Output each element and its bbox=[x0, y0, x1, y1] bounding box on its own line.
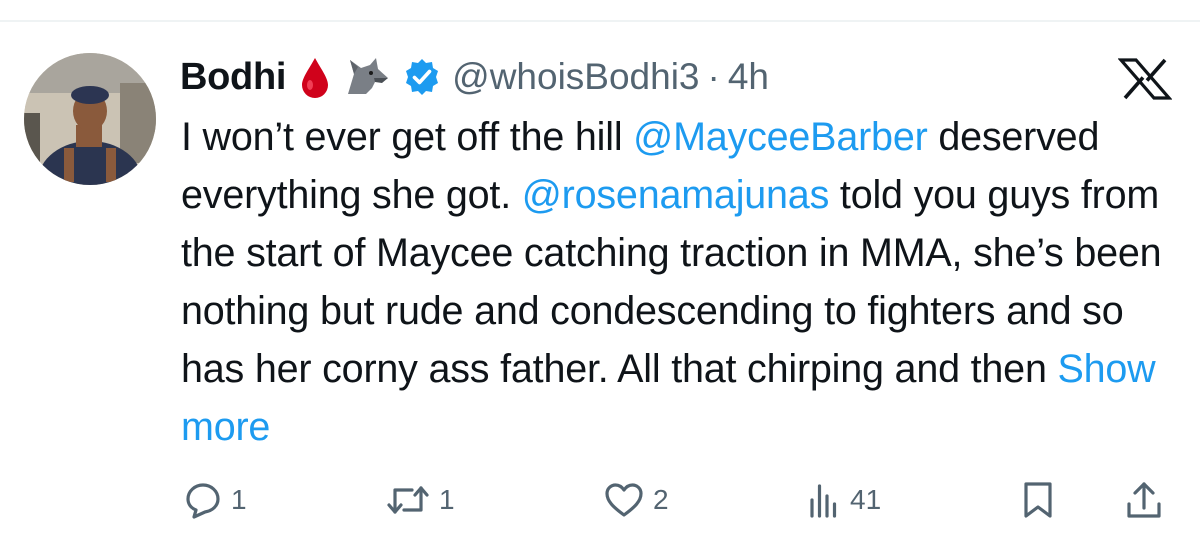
reply-icon bbox=[183, 480, 223, 520]
bookmark-button[interactable] bbox=[1020, 476, 1056, 524]
share-button[interactable] bbox=[1124, 476, 1164, 524]
verified-badge-icon[interactable] bbox=[402, 57, 442, 97]
author-name[interactable]: Bodhi bbox=[180, 56, 286, 99]
repost-button[interactable]: 1 bbox=[385, 476, 455, 524]
repost-count: 1 bbox=[439, 484, 455, 515]
views-count: 41 bbox=[850, 484, 882, 515]
views-button[interactable]: 41 bbox=[806, 476, 881, 524]
bookmark-icon bbox=[1020, 480, 1056, 520]
like-icon bbox=[603, 480, 645, 520]
tweet-header: Bodhi @whoisBodhi3 · 4h bbox=[180, 50, 769, 104]
x-logo-icon[interactable] bbox=[1118, 58, 1172, 100]
share-icon bbox=[1124, 480, 1164, 520]
author-handle[interactable]: @whoisBodhi3 bbox=[452, 56, 699, 98]
top-divider bbox=[0, 20, 1200, 22]
mention-mayceebarber[interactable]: @MayceeBarber bbox=[633, 115, 928, 159]
timestamp[interactable]: 4h bbox=[728, 56, 769, 98]
like-count: 2 bbox=[653, 484, 669, 515]
views-icon bbox=[806, 480, 842, 520]
like-button[interactable]: 2 bbox=[603, 476, 669, 524]
wolf-icon bbox=[344, 56, 390, 98]
tweet-text-segment: I won’t ever get off the hill bbox=[181, 115, 634, 159]
blood-drop-icon bbox=[300, 56, 330, 98]
avatar[interactable] bbox=[24, 53, 156, 185]
tweet-text: I won’t ever get off the hill @MayceeBar… bbox=[181, 108, 1181, 456]
reply-button[interactable]: 1 bbox=[183, 476, 247, 524]
action-bar: 1 1 2 41 bbox=[0, 476, 1200, 524]
mention-rosenamajunas[interactable]: @rosenamajunas bbox=[522, 173, 830, 217]
separator-dot: · bbox=[707, 56, 720, 97]
reply-count: 1 bbox=[231, 484, 247, 515]
repost-icon bbox=[385, 480, 431, 520]
